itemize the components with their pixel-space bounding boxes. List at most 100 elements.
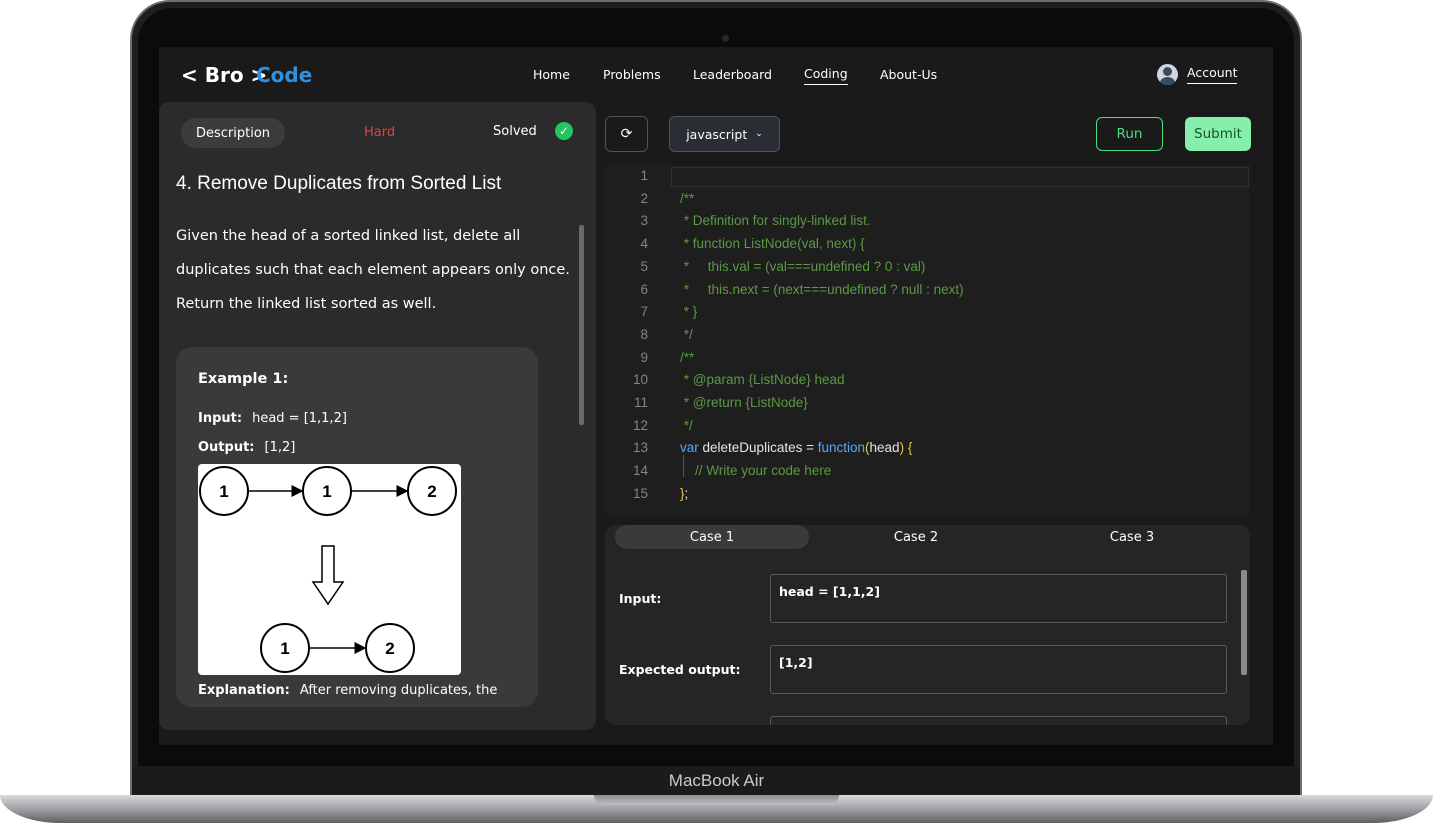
solved-status: Solved: [493, 124, 537, 139]
code-text: * function ListNode(val, next) {: [680, 236, 865, 252]
line-number: 14: [632, 463, 648, 479]
account-menu[interactable]: Account: [1157, 64, 1238, 85]
nav-link-problems[interactable]: Problems: [603, 67, 661, 82]
reset-code-button[interactable]: ⟳: [605, 116, 648, 152]
difficulty-badge: Hard: [364, 125, 396, 140]
top-node-3-label: 2: [427, 482, 436, 501]
code-line: 13 var deleteDuplicates = function(head) …: [605, 437, 1250, 460]
line-number: 15: [632, 485, 648, 501]
test-cases-scrollbar[interactable]: [1241, 570, 1247, 675]
line-number: 10: [632, 372, 648, 388]
code-line: 4 * function ListNode(val, next) {: [605, 233, 1250, 256]
line-number: 11: [633, 395, 648, 410]
example-output: Output: [1,2]: [198, 440, 295, 455]
code-line: 5 * this.val = (val===undefined ? 0 : va…: [605, 256, 1250, 279]
problem-title: 4. Remove Duplicates from Sorted List: [176, 173, 502, 194]
code-token: {: [904, 440, 913, 456]
tab-description[interactable]: Description: [181, 118, 285, 148]
example-output-label: Output:: [198, 440, 255, 455]
linked-list-diagram: 1 1 2 1 2: [198, 464, 461, 675]
code-line: 2 /**: [605, 188, 1250, 211]
output-field[interactable]: [770, 716, 1227, 725]
screen: < Code Bro > Home Problems Leaderboard Co…: [159, 47, 1273, 745]
account-label: Account: [1187, 65, 1238, 84]
code-line: 9 /**: [605, 347, 1250, 370]
line-number: 7: [640, 304, 648, 320]
logo[interactable]: < Code Bro >: [181, 63, 312, 87]
line-number: 3: [640, 213, 648, 229]
down-arrow-icon: [311, 545, 345, 606]
tab-case-1[interactable]: Case 1: [615, 525, 809, 549]
problem-description: Given the head of a sorted linked list, …: [176, 228, 570, 312]
code-text: * this.val = (val===undefined ? 0 : val): [680, 258, 926, 274]
tab-case-2[interactable]: Case 2: [819, 525, 1013, 549]
code-text: var deleteDuplicates = function(head) {: [680, 437, 912, 460]
code-line: 7 * }: [605, 301, 1250, 324]
code-line: 1: [605, 165, 1250, 188]
nav-link-leaderboard[interactable]: Leaderboard: [693, 67, 772, 82]
code-text: */: [680, 417, 693, 433]
tab-case-3[interactable]: Case 3: [1035, 525, 1229, 549]
line-number: 5: [640, 258, 648, 274]
line-number: 12: [632, 417, 648, 433]
code-text: * @param {ListNode} head: [680, 372, 845, 388]
code-editor[interactable]: 1 2/** 3 * Definition for singly-linked li…: [605, 165, 1250, 515]
example-explanation: Explanation: After removing duplicates, t…: [198, 683, 497, 698]
code-text: * @return {ListNode}: [680, 395, 808, 410]
example-input: Input: head = [1,1,2]: [198, 411, 347, 426]
line-number: 8: [640, 326, 648, 342]
code-token: head: [869, 440, 900, 456]
input-field[interactable]: head = [1,1,2]: [770, 574, 1227, 623]
code-text: * this.next = (next===undefined ? null :…: [680, 281, 964, 297]
logo-open: <: [181, 63, 205, 87]
code-token: ;: [684, 485, 689, 501]
code-line: 8 */: [605, 324, 1250, 347]
language-select[interactable]: javascript ⌄: [669, 116, 780, 152]
line-number: 9: [640, 349, 648, 365]
code-text: /**: [680, 190, 695, 206]
nav-link-about-us[interactable]: About-Us: [880, 67, 937, 82]
code-token: deleteDuplicates =: [698, 440, 818, 456]
code-token: var: [680, 440, 699, 456]
top-node-2-label: 1: [322, 482, 331, 501]
expected-output-field[interactable]: [1,2]: [770, 645, 1227, 694]
example-explanation-value: After removing duplicates, the: [299, 683, 498, 698]
nav-link-home[interactable]: Home: [533, 67, 570, 82]
line-number: 6: [640, 281, 648, 297]
top-nav: < Code Bro > Home Problems Leaderboard Co…: [159, 47, 1273, 102]
code-line: 10 * @param {ListNode} head: [605, 369, 1250, 392]
code-line: 15};: [605, 483, 1250, 506]
code-line: 6 * this.next = (next===undefined ? null…: [605, 279, 1250, 302]
language-label: javascript: [686, 126, 748, 142]
submit-button[interactable]: Submit: [1185, 117, 1251, 151]
refresh-icon: ⟳: [620, 126, 633, 142]
example-input-label: Input:: [198, 411, 243, 426]
example-card: Example 1: Input: head = [1,1,2] Output: […: [176, 347, 538, 707]
bottom-node-2-label: 2: [385, 639, 394, 658]
code-text: // Write your code here: [680, 463, 832, 479]
line-number: 4: [640, 236, 648, 252]
expected-output-label: Expected output:: [619, 662, 741, 677]
user-avatar-icon: [1157, 64, 1178, 85]
top-list: 1 1 2: [199, 466, 457, 516]
code-token: function: [817, 440, 866, 456]
bottom-list: 1 2: [260, 623, 415, 673]
line-number: 1: [640, 168, 648, 183]
example-output-value: [1,2]: [264, 440, 296, 455]
code-text: * }: [680, 304, 698, 320]
run-button[interactable]: Run: [1096, 117, 1163, 151]
nav-link-coding[interactable]: Coding: [804, 66, 848, 85]
laptop-base-notch: [594, 795, 839, 805]
code-line: 14 // Write your code here: [605, 460, 1250, 483]
bottom-node-1-label: 1: [280, 639, 289, 658]
code-line: 12 */: [605, 415, 1250, 438]
device-label: MacBook Air: [668, 771, 765, 790]
logo-bro: Bro: [204, 63, 244, 87]
problem-panel: Description Hard Solved ✓ 4. Remove Dupl…: [159, 102, 596, 730]
example-input-value: head = [1,1,2]: [252, 411, 347, 426]
test-cases-panel: Case 1 Case 2 Case 3 Input: head = [1,1,…: [605, 525, 1250, 725]
logo-code: Code: [256, 63, 313, 87]
code-text: };: [680, 483, 688, 506]
camera-icon: [722, 35, 729, 42]
example-explanation-label: Explanation:: [198, 683, 290, 698]
